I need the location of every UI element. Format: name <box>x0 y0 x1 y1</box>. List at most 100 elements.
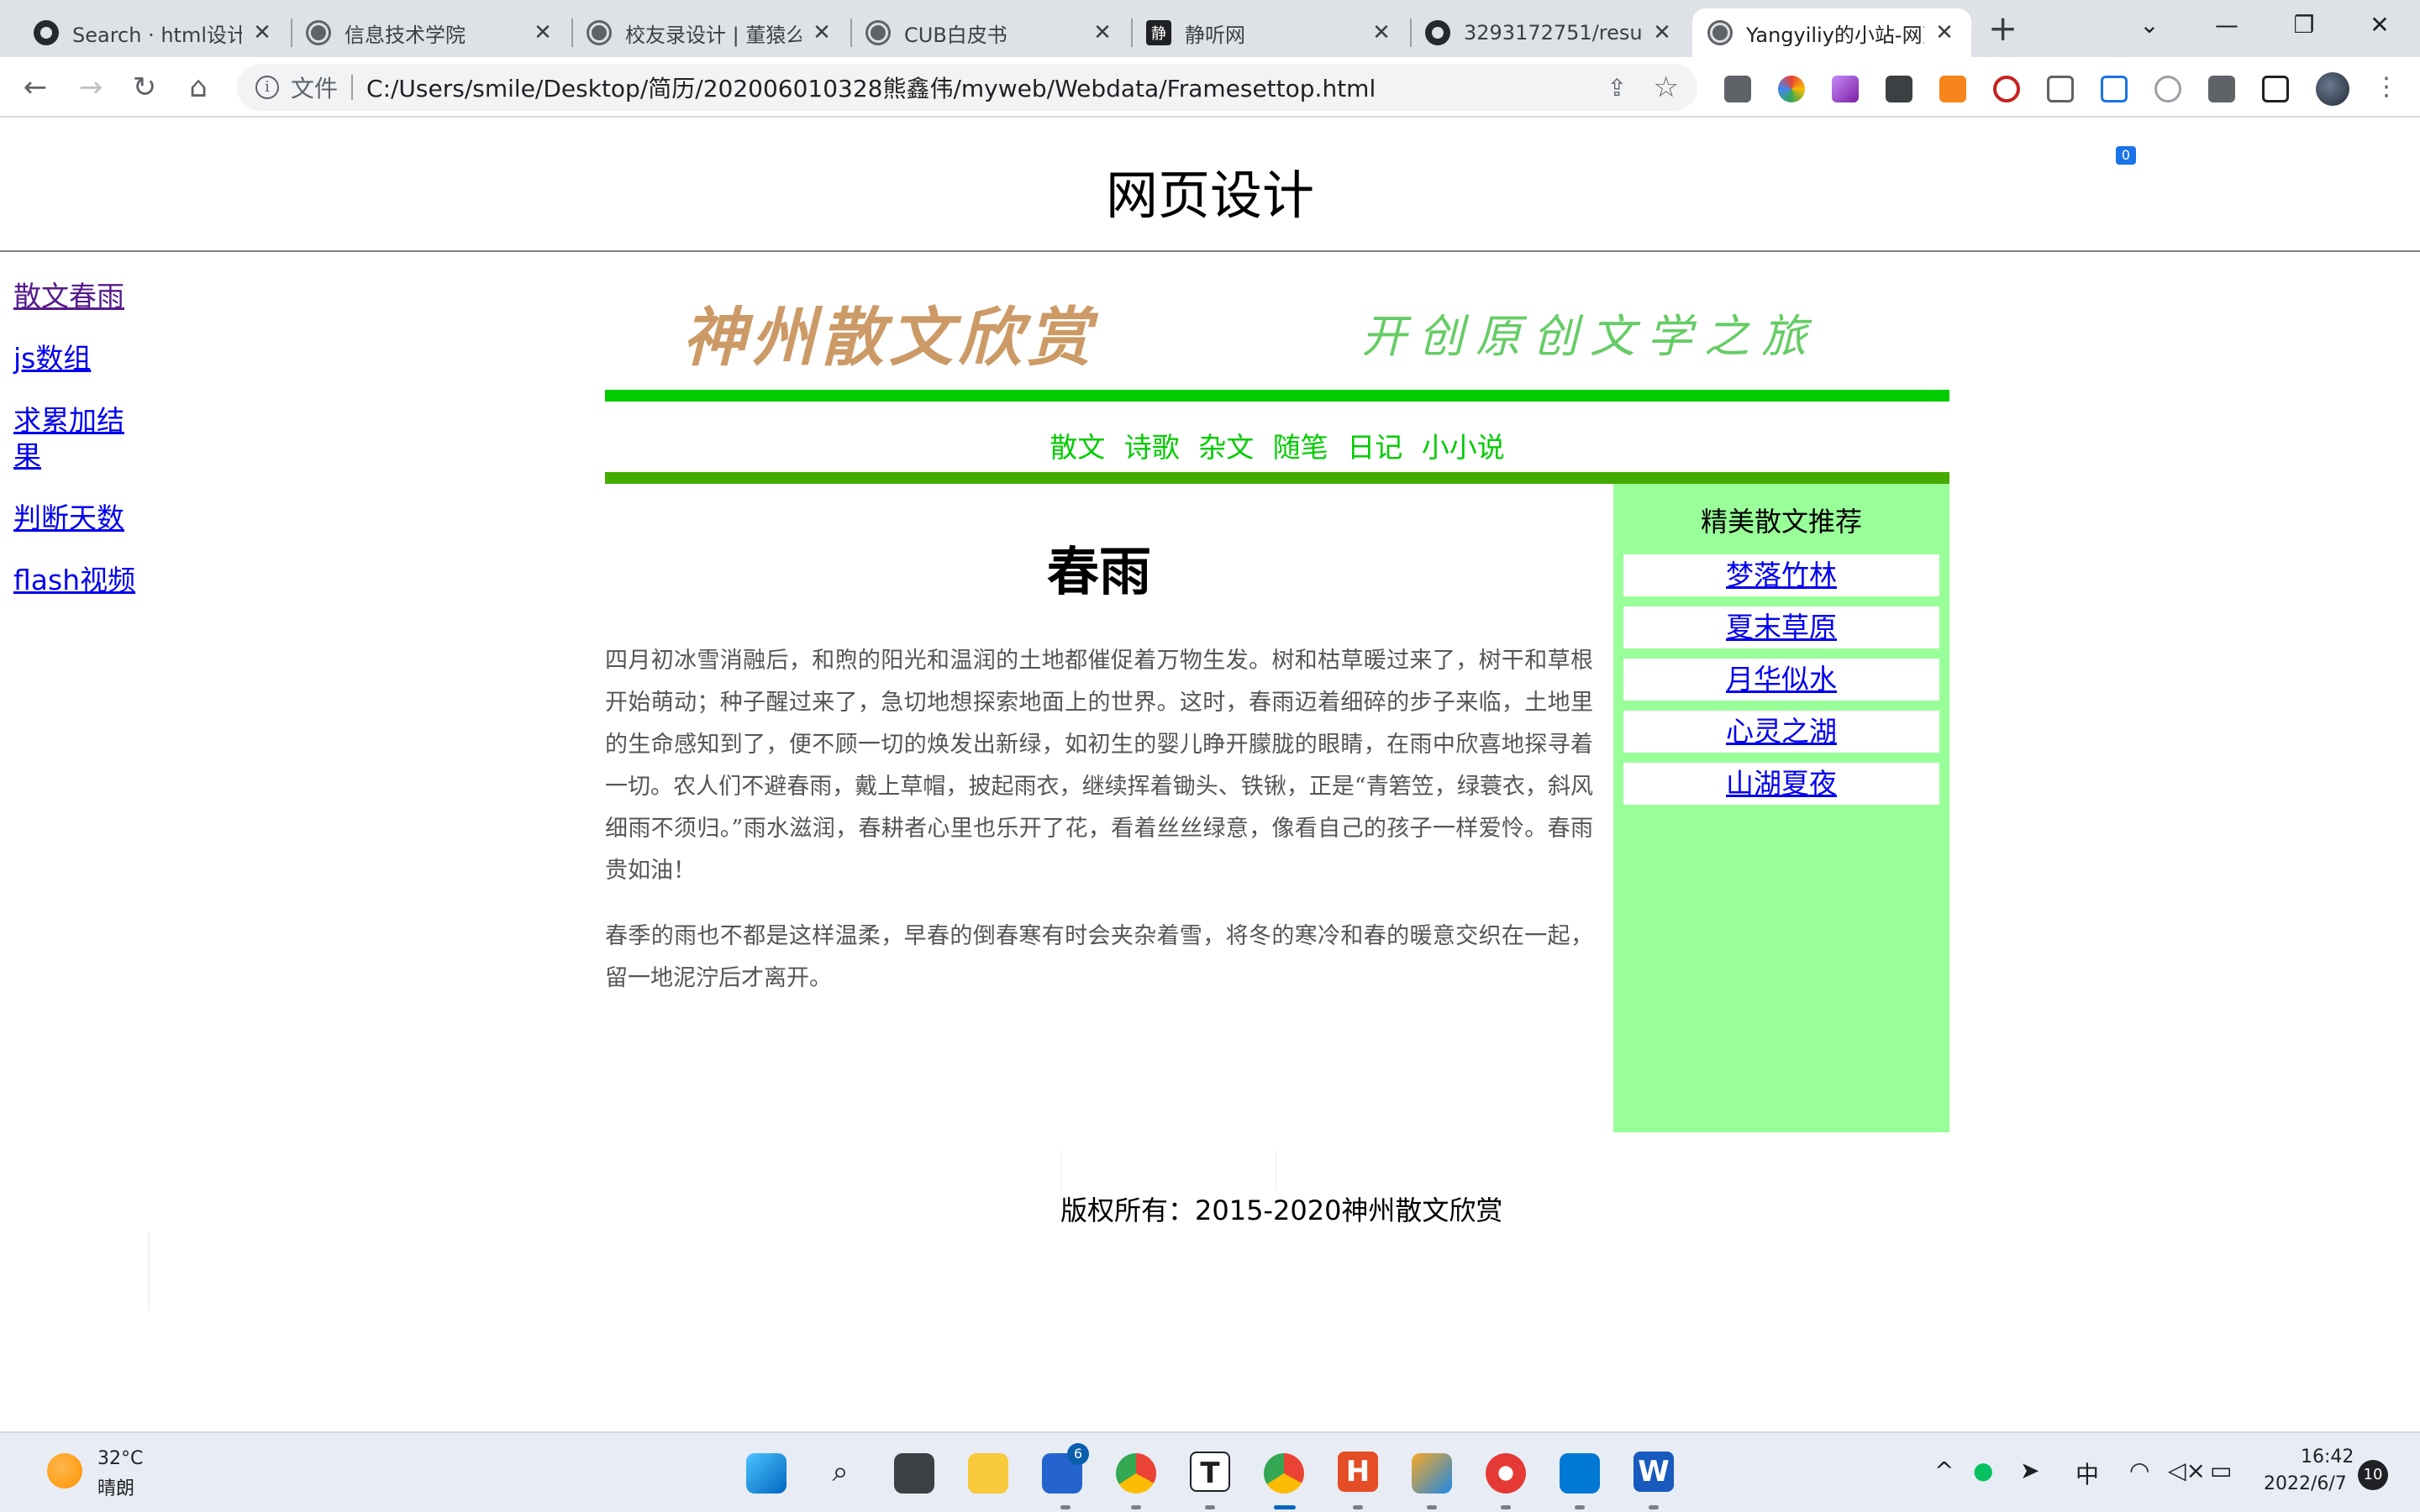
minimize-button[interactable]: — <box>2193 5 2260 45</box>
hbuilder-icon[interactable]: H <box>1338 1452 1378 1492</box>
category-diary[interactable]: 日记 <box>1347 431 1402 464</box>
search-icon[interactable]: ⌕ <box>820 1452 860 1492</box>
shield-extension-icon[interactable] <box>1886 76 1912 102</box>
location-icon[interactable]: ➤ <box>2020 1457 2039 1484</box>
recommend-link[interactable]: 梦落竹林 <box>1726 559 1837 591</box>
clock-date[interactable]: 2022/6/7 <box>2264 1473 2347 1494</box>
copyright-footer: 版权所有：2015-2020神州散文欣赏 <box>1060 1194 1503 1226</box>
battery-icon[interactable]: ▭ <box>2210 1457 2232 1484</box>
close-tab-icon[interactable]: ✕ <box>250 20 274 45</box>
running-indicator <box>1353 1505 1363 1509</box>
file-explorer-icon[interactable] <box>968 1453 1008 1494</box>
back-icon[interactable]: ← <box>15 67 55 108</box>
nav-link-flash-video[interactable]: flash视频 <box>13 563 148 598</box>
page-title: 网页设计 <box>1105 165 1314 226</box>
input-method-indicator[interactable]: 中 <box>2075 1457 2099 1490</box>
recommend-link[interactable]: 山湖夏夜 <box>1726 767 1837 800</box>
kebab-menu-icon[interactable]: ⋮ <box>2366 67 2407 108</box>
profile-avatar[interactable] <box>2316 72 2349 106</box>
recommend-link[interactable]: 月华似水 <box>1726 663 1837 696</box>
chrome-icon[interactable] <box>1116 1453 1156 1494</box>
sidebar-heading: 精美散文推荐 <box>1700 506 1862 538</box>
vscode-icon[interactable] <box>1560 1453 1600 1494</box>
app-icon[interactable] <box>1412 1453 1452 1494</box>
url-text[interactable]: C:/Users/smile/Desktop/简历/202006010328熊鑫… <box>366 71 1376 104</box>
reload-icon[interactable]: ↻ <box>124 67 165 108</box>
chrome-active-icon[interactable] <box>1264 1453 1304 1494</box>
bookmark-star-icon[interactable]: ☆ <box>1654 71 1679 104</box>
info-icon[interactable]: i <box>255 76 279 99</box>
address-bar[interactable]: i 文件 C:/Users/smile/Desktop/简历/202006010… <box>237 64 1697 111</box>
sync-extension-icon[interactable] <box>2101 76 2128 102</box>
home-icon[interactable]: ⌂ <box>178 67 218 108</box>
forward-icon[interactable]: → <box>71 67 111 108</box>
category-short-story[interactable]: 小小说 <box>1422 431 1505 464</box>
recommend-link[interactable]: 夏末草原 <box>1726 611 1837 643</box>
left-nav: 散文春雨 js数组 求累加结果 判断天数 flash视频 <box>13 279 148 625</box>
running-indicator <box>1205 1505 1215 1509</box>
start-windows-icon[interactable] <box>746 1453 786 1494</box>
share-icon[interactable]: ⇪ <box>1607 74 1627 102</box>
nav-link-judge-days[interactable]: 判断天数 <box>13 501 148 536</box>
browser-tab[interactable]: Search · html设计 ✕ <box>18 8 289 57</box>
task-view-icon[interactable] <box>894 1453 934 1494</box>
close-tab-icon[interactable]: ✕ <box>810 20 834 45</box>
recommend-sidebar: 精美散文推荐 梦落竹林 夏末草原 月华似水 心灵之湖 山湖夏夜 <box>1613 484 1949 1132</box>
nav-link-spring-rain[interactable]: 散文春雨 <box>13 279 148 314</box>
nav-link-sum-result[interactable]: 求累加结果 <box>13 403 148 474</box>
weather-description[interactable]: 晴朗 <box>97 1473 134 1500</box>
netease-music-icon[interactable] <box>1486 1453 1526 1494</box>
puzzle-extensions-icon[interactable] <box>2208 76 2235 102</box>
typora-icon[interactable]: T <box>1190 1452 1230 1492</box>
running-indicator <box>1575 1505 1585 1509</box>
recommend-link[interactable]: 心灵之湖 <box>1726 715 1837 748</box>
close-tab-icon[interactable]: ✕ <box>1370 20 1393 45</box>
list-item: 夏末草原 <box>1623 606 1939 648</box>
translate-extension-icon[interactable] <box>2154 76 2181 102</box>
wechat-icon[interactable]: ● <box>1973 1457 1993 1484</box>
divider <box>351 75 354 100</box>
browser-tab[interactable]: CUB白皮书 ✕ <box>850 8 1129 57</box>
close-tab-icon[interactable]: ✕ <box>1933 20 1956 45</box>
category-poetry[interactable]: 诗歌 <box>1124 431 1180 464</box>
metamask-fox-icon[interactable] <box>1939 76 1966 102</box>
tab-title: 静听网 <box>1185 23 1245 47</box>
window-extension-icon[interactable] <box>2047 76 2074 102</box>
site-icon: 静 <box>1146 20 1171 45</box>
wifi-icon[interactable]: ◠ <box>2129 1457 2149 1484</box>
tab-search-button[interactable]: ⌄ <box>2116 5 2183 45</box>
volume-muted-icon[interactable]: ◁× <box>2168 1457 2206 1484</box>
record-extension-icon[interactable] <box>1993 76 2020 102</box>
close-tab-icon[interactable]: ✕ <box>1091 20 1114 45</box>
side-panel-icon[interactable] <box>2262 76 2289 102</box>
article: 春雨 四月初冰雪消融后，和煦的阳光和温润的土地都催促着万物生发。树和枯草暖过来了… <box>605 484 1593 1023</box>
pen-extension-icon[interactable] <box>1832 76 1859 102</box>
chevron-up-icon[interactable]: ^ <box>1934 1457 1954 1484</box>
browser-tab[interactable]: 静 静听网 ✕ <box>1131 8 1408 57</box>
close-tab-icon[interactable]: ✕ <box>1650 20 1674 45</box>
category-essay[interactable]: 杂文 <box>1198 431 1254 464</box>
weather-temperature[interactable]: 32°C <box>97 1448 143 1469</box>
divider <box>148 1233 150 1310</box>
github-icon <box>1425 20 1450 45</box>
new-tab-button[interactable]: + <box>1988 10 2018 47</box>
browser-tab[interactable]: 校友录设计 | 董猿么 ✕ <box>571 8 849 57</box>
notification-badge[interactable]: 10 <box>2358 1460 2388 1490</box>
todo-badge: 6 <box>1067 1443 1089 1465</box>
word-icon[interactable]: W <box>1634 1452 1674 1492</box>
download-extension-icon[interactable] <box>1724 76 1751 102</box>
clock-time[interactable]: 16:42 <box>2301 1446 2354 1467</box>
close-window-button[interactable]: ✕ <box>2346 5 2413 45</box>
category-notes[interactable]: 随笔 <box>1273 431 1328 464</box>
article-paragraph: 春季的雨也不都是这样温柔，早春的倒春寒有时会夹杂着雪，将冬的寒冷和春的暖意交织在… <box>605 923 1593 991</box>
category-prose[interactable]: 散文 <box>1050 431 1105 464</box>
sun-icon[interactable] <box>47 1453 82 1488</box>
browser-tab[interactable]: 信息技术学院 ✕ <box>291 8 570 57</box>
browser-tab[interactable]: 3293172751/resume ✕ <box>1410 8 1689 57</box>
close-tab-icon[interactable]: ✕ <box>531 20 555 45</box>
tab-title: 校友录设计 | 董猿么 <box>625 23 802 47</box>
nav-link-js-array[interactable]: js数组 <box>13 341 148 376</box>
browser-tab-active[interactable]: Yangyiliy的小站-网页 ✕ <box>1692 8 1971 57</box>
color-extension-icon[interactable] <box>1778 76 1805 102</box>
restore-button[interactable]: ❐ <box>2270 5 2338 45</box>
